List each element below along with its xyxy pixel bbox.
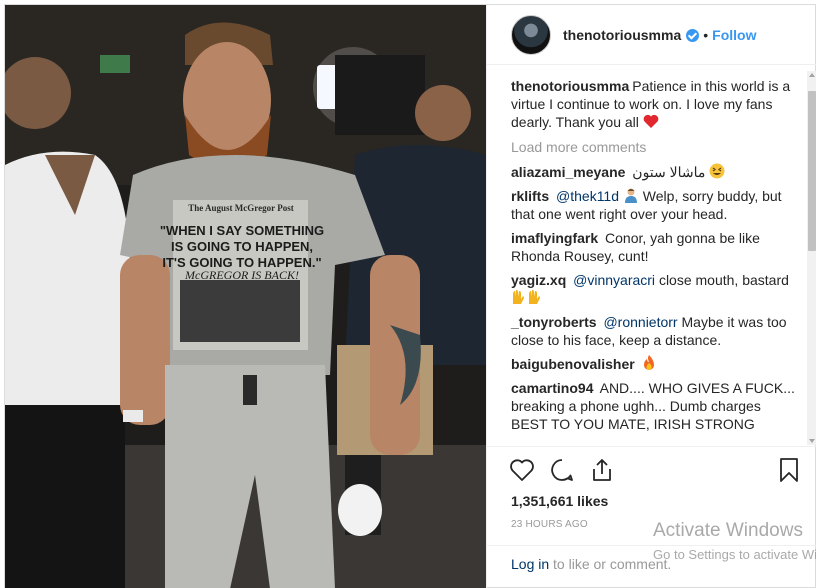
post-header: thenotoriousmma • Follow [487,5,816,65]
post-side-panel: thenotoriousmma • Follow thenotoriousmma… [486,5,816,588]
load-more-comments-button[interactable]: Load more comments [511,139,806,155]
shirt-headline-4: McGREGOR IS BACK! [184,268,299,282]
post-actions: 1,351,661 likes 23 HOURS AGO [487,446,816,544]
avatar[interactable] [511,14,551,55]
comment-item: camartino94 AND.... WHO GIVES A FUCK... … [511,379,799,433]
comment-username[interactable]: yagiz.xq [511,272,566,288]
header-username[interactable]: thenotoriousmma [563,27,681,43]
share-icon[interactable] [589,457,615,483]
follow-button[interactable]: Follow [712,27,756,43]
heart-icon[interactable] [509,457,535,483]
login-prompt-text: to like or comment. [549,556,672,572]
action-icons [509,457,615,483]
comment-username[interactable]: imaflyingfark [511,230,598,246]
red-heart-emoji-icon [643,114,659,128]
raised-hands-emoji-icon [513,290,540,304]
scroll-down-arrow-icon[interactable] [809,439,815,443]
comment-username[interactable]: camartino94 [511,380,593,396]
comment-icon[interactable] [549,457,575,483]
post-timestamp[interactable]: 23 HOURS AGO [511,519,588,530]
comment-mention[interactable]: @thek11d [556,188,619,204]
caption: thenotoriousmma Patience in this world is… [511,77,799,131]
likes-count[interactable]: 1,351,661 likes [511,493,608,509]
bookmark-icon[interactable] [778,457,800,483]
verified-badge-icon [686,29,700,42]
comment-item: imaflyingfark Conor, yah gonna be like R… [511,229,799,265]
login-prompt: Log in to like or comment. [487,545,816,588]
shirt-masthead: The August McGregor Post [188,203,293,213]
post-photo[interactable]: The August McGregor Post "WHEN I SAY SOM… [5,5,486,588]
comment-item: yagiz.xq @vinnyaracri close mouth, basta… [511,271,799,307]
comments-list[interactable]: thenotoriousmma Patience in this world is… [487,77,816,445]
instagram-post: The August McGregor Post "WHEN I SAY SOM… [4,4,816,588]
comment-username[interactable]: baigubenovalisher [511,356,635,372]
comment-username[interactable]: aliazami_meyane [511,164,625,180]
comment-item: baigubenovalisher [511,355,799,373]
comment-mention[interactable]: @vinnyaracri [573,272,655,288]
comments-scrollbar[interactable] [807,71,816,445]
comment-text: close mouth, bastard [658,272,789,288]
grinning-squinting-face-emoji-icon [709,163,725,179]
comment-username[interactable]: _tonyroberts [511,314,597,330]
comment-username[interactable]: rklifts [511,188,549,204]
scroll-up-arrow-icon[interactable] [809,73,815,77]
comment-text: Welp, sorry buddy, but that one went rig… [511,188,782,222]
shirt-headline-2: IS GOING TO HAPPEN, [171,239,313,254]
person-emoji-icon [624,188,637,203]
scrollbar-thumb[interactable] [808,91,816,251]
comment-item: _tonyroberts @ronnietorr Maybe it was to… [511,313,799,349]
caption-username[interactable]: thenotoriousmma [511,78,629,94]
comment-item: aliazami_meyane ماشالا ستون [511,163,799,181]
shirt-headline-1: "WHEN I SAY SOMETHING [160,223,324,238]
comment-item: rklifts @thek11d Welp, sorry buddy, but … [511,187,799,223]
comment-mention[interactable]: @ronnietorr [603,314,677,330]
header-dot-separator: • [703,26,709,43]
photo-illustration: The August McGregor Post "WHEN I SAY SOM… [5,5,486,588]
fire-emoji-icon [643,355,654,370]
comment-text: ماشالا ستون [632,164,706,180]
login-link[interactable]: Log in [511,556,549,572]
